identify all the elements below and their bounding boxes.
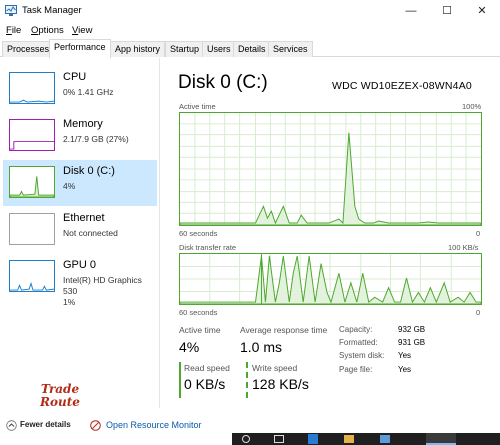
write-speed-label: Write speed	[252, 363, 298, 373]
os-taskbar	[232, 433, 500, 445]
window-title: Task Manager	[22, 5, 82, 16]
tab-app-history[interactable]: App history	[110, 41, 166, 57]
search-icon[interactable]	[242, 435, 250, 443]
active-time-label: Active time	[179, 325, 221, 335]
avg-response-label: Average response time	[240, 325, 328, 335]
task-manager-taskbar-icon[interactable]	[426, 433, 456, 445]
maximize-button[interactable]: ☐	[428, 0, 466, 22]
title-bar: Task Manager — ☐ ✕	[0, 0, 500, 22]
sidebar-item-label: Ethernet	[63, 212, 105, 224]
avg-response-value: 1.0 ms	[240, 339, 283, 355]
sidebar-item-sub: 4%	[63, 181, 76, 191]
trade-route-watermark: Trade Route	[40, 382, 80, 409]
sidebar-item-memory[interactable]: Memory 2.1/7.9 GB (27%)	[3, 113, 157, 159]
menu-file[interactable]: File	[6, 25, 21, 36]
cpu-thumbnail-graph	[9, 72, 55, 104]
sidebar-item-cpu[interactable]: CPU 0% 1.41 GHz	[3, 66, 157, 112]
graph2-max: 100 KB/s	[448, 243, 479, 252]
page-file-value: Yes	[398, 365, 412, 374]
tab-bar: Processes Performance App history Startu…	[0, 39, 500, 58]
resource-sidebar: CPU 0% 1.41 GHz Memory 2.1/7.9 GB (27%) …	[0, 58, 160, 408]
sidebar-item-disk[interactable]: Disk 0 (C:) 4%	[3, 160, 157, 206]
write-speed-bar	[246, 362, 248, 398]
page-file-label: Page file:	[339, 365, 373, 374]
sidebar-item-gpu[interactable]: GPU 0 Intel(R) HD Graphics 530 1%	[3, 254, 157, 307]
disk-thumbnail-graph	[9, 166, 55, 198]
ethernet-thumbnail-graph	[9, 213, 55, 245]
write-speed-value: 128 KB/s	[252, 376, 309, 392]
graph1-xlabel: 60 seconds	[179, 229, 218, 238]
open-resource-monitor-link[interactable]: Open Resource Monitor	[106, 420, 202, 430]
sidebar-item-sub: 0% 1.41 GHz	[63, 87, 114, 97]
edge-icon[interactable]	[308, 434, 318, 444]
sidebar-item-label: GPU 0	[63, 259, 97, 271]
active-time-value: 4%	[179, 339, 200, 355]
tab-details[interactable]: Details	[233, 41, 271, 57]
system-disk-label: System disk:	[339, 351, 385, 360]
task-view-icon[interactable]	[274, 435, 284, 443]
menu-options[interactable]: Options	[31, 25, 64, 36]
store-icon[interactable]	[380, 435, 390, 443]
sidebar-item-label: Disk 0 (C:)	[63, 165, 115, 177]
sidebar-item-label: CPU	[63, 71, 87, 83]
read-speed-label: Read speed	[184, 363, 230, 373]
sidebar-item-label: Memory	[63, 118, 103, 130]
resource-monitor-icon	[90, 420, 101, 431]
capacity-label: Capacity:	[339, 325, 373, 334]
memory-thumbnail-graph	[9, 119, 55, 151]
tab-services[interactable]: Services	[268, 41, 313, 57]
active-time-graph	[179, 112, 482, 226]
tab-startup[interactable]: Startup	[165, 41, 205, 57]
page-title: Disk 0 (C:)	[178, 72, 268, 93]
tab-performance[interactable]: Performance	[49, 39, 111, 58]
sidebar-item-ethernet[interactable]: Ethernet Not connected	[3, 207, 157, 253]
tab-users[interactable]: Users	[202, 41, 236, 57]
menu-view[interactable]: View	[72, 25, 92, 36]
read-speed-value: 0 KB/s	[184, 376, 226, 392]
collapse-chevron-icon[interactable]	[6, 420, 17, 431]
capacity-value: 932 GB	[398, 325, 426, 334]
gpu-thumbnail-graph	[9, 260, 55, 292]
sidebar-item-sub: 2.1/7.9 GB (27%)	[63, 134, 129, 144]
close-button[interactable]: ✕	[463, 0, 500, 22]
formatted-value: 931 GB	[398, 338, 426, 347]
minimize-button[interactable]: —	[392, 0, 430, 22]
graph1-min: 0	[476, 229, 481, 238]
graph2-min: 0	[476, 308, 481, 317]
disk-model: WDC WD10EZEX-08WN4A0	[332, 80, 472, 92]
system-disk-value: Yes	[398, 351, 412, 360]
sidebar-item-sub: Intel(R) HD Graphics 530 1%	[63, 275, 142, 307]
read-speed-bar	[179, 362, 181, 398]
tab-processes[interactable]: Processes	[2, 41, 55, 57]
formatted-label: Formatted:	[339, 338, 378, 347]
file-explorer-icon[interactable]	[344, 435, 354, 443]
task-manager-icon	[5, 5, 17, 16]
graph1-max: 100%	[462, 102, 482, 111]
transfer-rate-graph	[179, 253, 482, 305]
fewer-details-link[interactable]: Fewer details	[20, 420, 71, 429]
graph2-xlabel: 60 seconds	[179, 308, 218, 317]
graph1-label: Active time	[179, 102, 216, 111]
graph2-label: Disk transfer rate	[179, 243, 237, 252]
sidebar-item-sub: Not connected	[63, 228, 118, 238]
